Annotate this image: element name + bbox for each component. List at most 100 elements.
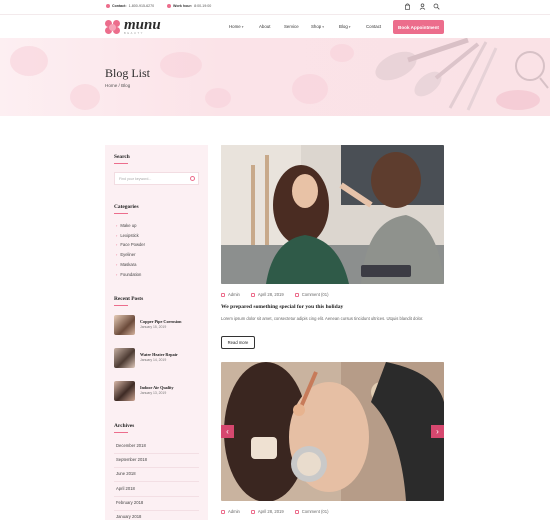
archive-item[interactable]: January 2018: [116, 514, 141, 519]
user-icon[interactable]: [419, 3, 426, 10]
phone-icon: [106, 4, 110, 8]
chevron-right-icon: ›: [436, 427, 439, 436]
archive-divider: [114, 453, 199, 454]
recent-post-title[interactable]: Copper Pipe Corrosion: [140, 319, 182, 324]
post-meta: Admin April 28, 2019 Comment (01): [221, 509, 328, 514]
nav-blog[interactable]: Blog ▾: [339, 24, 351, 29]
slider-prev-button[interactable]: ‹: [221, 425, 234, 438]
contact-info: Contact: 1-800-915-6270: [106, 4, 154, 8]
sidebar-search-input[interactable]: Find your keyword...: [114, 172, 199, 185]
archive-divider: [114, 510, 199, 511]
recent-post-thumbnail[interactable]: [114, 381, 135, 401]
archives-title: Archives: [114, 423, 135, 429]
search-icon[interactable]: [190, 176, 195, 181]
post-date[interactable]: April 28, 2019: [250, 292, 284, 297]
archive-item[interactable]: February 2018: [116, 500, 143, 505]
title-underline: [114, 432, 128, 433]
main-header: munu BEAUTY Home ▾ About Service Shop ▾ Bl…: [0, 14, 550, 38]
archive-divider: [114, 467, 199, 468]
work-hours-info: Work hour: 8:00-19:00: [167, 4, 211, 8]
nav-contact-label: Contact: [366, 24, 382, 29]
recent-post-thumbnail[interactable]: [114, 315, 135, 335]
chevron-left-icon: ‹: [226, 427, 229, 436]
makeup-brushes-decoration: [375, 38, 549, 111]
nav-contact[interactable]: Contact: [366, 24, 381, 29]
chevron-right-icon: ›: [116, 223, 118, 228]
category-item[interactable]: › Make up: [116, 223, 136, 228]
search-placeholder: Find your keyword...: [119, 177, 152, 181]
title-underline: [114, 163, 128, 164]
nav-about-label: About: [259, 24, 271, 29]
title-underline: [114, 213, 128, 214]
post-comments[interactable]: Comment (01): [294, 292, 328, 297]
category-item[interactable]: › Face Powder: [116, 242, 145, 247]
recent-post-thumbnail[interactable]: [114, 348, 135, 368]
categories-title: Categories: [114, 204, 139, 210]
recent-post-item[interactable]: Copper Pipe Corrosion January 15, 2019: [114, 315, 202, 335]
chevron-right-icon: ›: [116, 233, 118, 238]
chevron-right-icon: ›: [116, 242, 118, 247]
category-item[interactable]: › Foundation: [116, 272, 141, 277]
category-item[interactable]: › Lexipstick: [116, 233, 139, 238]
comment-icon: [294, 292, 299, 297]
recent-posts-title: Recent Posts: [114, 296, 144, 302]
archive-item[interactable]: December 2018: [116, 443, 146, 448]
user-meta-icon: [221, 292, 225, 297]
hours-value: 8:00-19:00: [194, 4, 212, 8]
main-nav: Home ▾ About Service Shop ▾ Blog ▾ Contact: [0, 24, 550, 32]
search-widget-title: Search: [114, 154, 130, 160]
slider-next-button[interactable]: ›: [431, 425, 444, 438]
contact-value[interactable]: 1-800-915-6270: [129, 4, 155, 8]
post-author[interactable]: Admin: [221, 292, 240, 297]
post-gallery-slider[interactable]: [221, 362, 444, 501]
chevron-down-icon: ▾: [348, 24, 351, 29]
post-date[interactable]: April 28, 2019: [250, 509, 284, 514]
recent-post-title[interactable]: Indoor Air Quality: [140, 385, 174, 390]
comment-icon: [294, 509, 299, 514]
nav-service[interactable]: Service: [284, 24, 299, 29]
chevron-right-icon: ›: [116, 252, 118, 257]
page-banner: Blog List Home / Blog: [0, 38, 550, 116]
hours-label: Work hour:: [173, 4, 193, 8]
nav-blog-label: Blog: [339, 24, 348, 29]
blog-sidebar: Search Find your keyword... Categories ›…: [105, 145, 208, 520]
read-more-button[interactable]: Read more: [221, 336, 255, 349]
category-item[interactable]: › Maskara: [116, 262, 136, 267]
search-icon[interactable]: [433, 3, 440, 10]
recent-post-item[interactable]: Water Heater Repair January 14, 2019: [114, 348, 202, 368]
breadcrumb[interactable]: Home / Blog: [105, 83, 130, 88]
chevron-down-icon: ▾: [241, 24, 244, 29]
archive-item[interactable]: April 2018: [116, 486, 135, 491]
post-meta: Admin April 28, 2019 Comment (01): [221, 292, 328, 297]
page-title: Blog List: [105, 66, 151, 80]
post-title[interactable]: We prepared something special for you th…: [221, 304, 343, 310]
nav-about[interactable]: About: [259, 24, 270, 29]
nav-shop-label: Shop: [311, 24, 322, 29]
recent-post-item[interactable]: Indoor Air Quality January 13, 2019: [114, 381, 202, 401]
post-featured-image[interactable]: [221, 145, 444, 284]
post-excerpt: Lorem ipsum dolor sit amet, consectetur …: [221, 316, 424, 321]
archive-item[interactable]: September 2018: [116, 457, 147, 462]
user-meta-icon: [221, 509, 225, 514]
post-comments[interactable]: Comment (01): [294, 509, 328, 514]
calendar-icon: [250, 509, 255, 514]
nav-service-label: Service: [284, 24, 299, 29]
recent-post-date: January 14, 2019: [140, 358, 167, 362]
chevron-right-icon: ›: [116, 272, 118, 277]
recent-post-title[interactable]: Water Heater Repair: [140, 352, 178, 357]
clock-icon: [167, 4, 171, 8]
calendar-icon: [250, 292, 255, 297]
chevron-down-icon: ▾: [322, 24, 325, 29]
nav-home[interactable]: Home ▾: [229, 24, 243, 29]
category-item[interactable]: › Eyeliner: [116, 252, 135, 257]
post-author[interactable]: Admin: [221, 509, 240, 514]
contact-label: Contact:: [112, 4, 127, 8]
nav-shop[interactable]: Shop ▾: [311, 24, 324, 29]
archive-divider: [114, 481, 199, 482]
book-appointment-button[interactable]: Book Appointment: [393, 20, 444, 34]
top-info-bar: Contact: 1-800-915-6270 Work hour: 8:00-…: [0, 0, 550, 14]
cart-icon[interactable]: [404, 3, 411, 10]
archive-divider: [114, 496, 199, 497]
archive-item[interactable]: June 2018: [116, 471, 136, 476]
title-underline: [114, 305, 128, 306]
